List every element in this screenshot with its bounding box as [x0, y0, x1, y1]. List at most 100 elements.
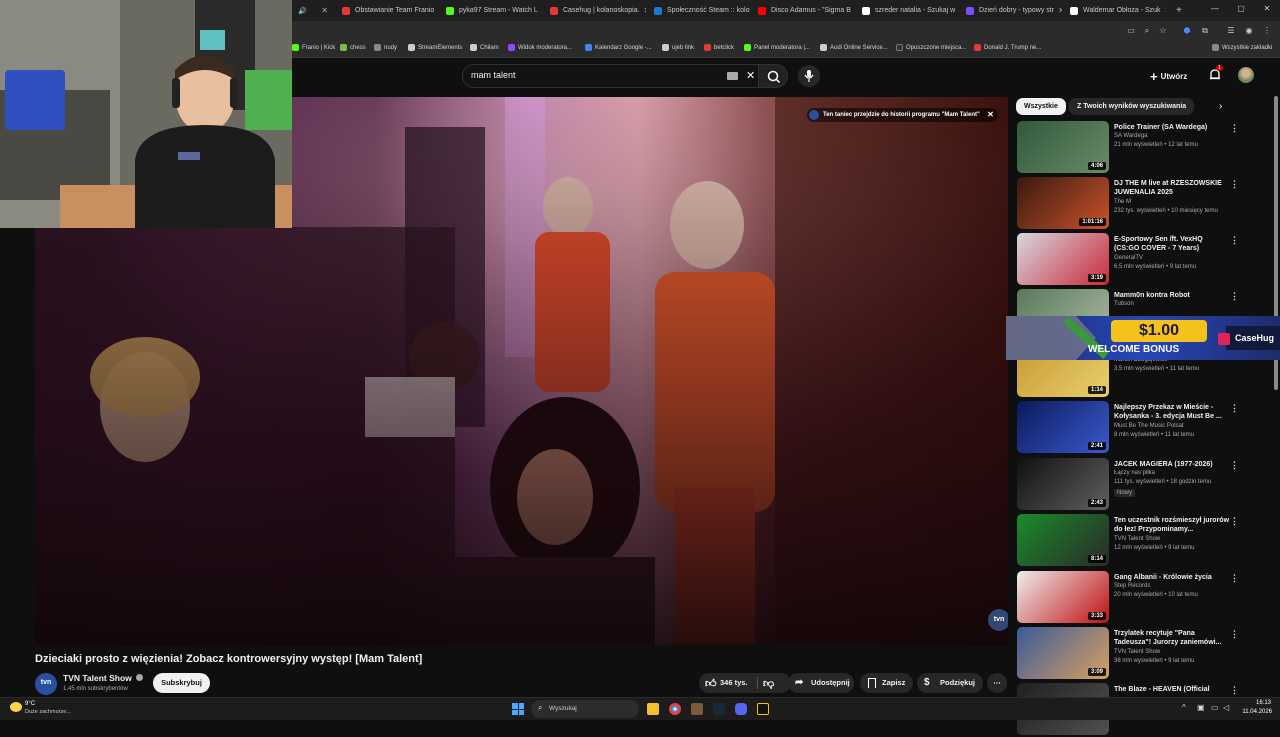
search-input[interactable]: mam talent — [471, 70, 516, 80]
close-card-icon[interactable]: ✕ — [987, 108, 994, 122]
tab-5[interactable]: szreder natalia - Szukaj w ✕ — [856, 2, 958, 19]
more-options-icon[interactable]: ⋮ — [1230, 403, 1239, 414]
volume-icon[interactable]: ◁ — [1223, 703, 1229, 712]
casehug-ad-banner[interactable]: $1.00 WELCOME BONUS CaseHug — [1006, 316, 1280, 360]
channel-name[interactable]: Łączy nas piłka — [1114, 470, 1155, 476]
sidebar-icon[interactable]: ☰ — [1226, 26, 1236, 36]
window-close-icon[interactable]: ✕ — [1262, 4, 1272, 14]
channel-name[interactable]: Must Be The Music Polsat — [1114, 423, 1184, 429]
tab-3[interactable]: Społeczność Steam :: kolo ✕ — [648, 2, 750, 19]
bookmark-4[interactable]: Chiłam — [470, 44, 499, 51]
channel-avatar[interactable]: tvn — [35, 673, 57, 695]
voice-search-button[interactable] — [798, 65, 820, 87]
video-thumbnail[interactable]: 4:06 — [1017, 121, 1109, 173]
account-avatar[interactable] — [1238, 67, 1254, 83]
close-tab-icon[interactable]: ✕ — [640, 6, 646, 15]
tray-app-icon[interactable]: ▣ — [1197, 703, 1205, 712]
close-tab-icon[interactable]: ✕ — [538, 6, 543, 15]
tab-7[interactable]: Waldemar Obłoza - Szuk ✕ — [1064, 2, 1166, 19]
video-title[interactable]: Trzylatek recytuje "Pana Tadeusza"! Juro… — [1114, 629, 1229, 647]
more-options-icon[interactable]: ⋮ — [1230, 123, 1239, 134]
video-title[interactable]: E-Sportowy Sen /ft. VexHQ (CS:GO COVER -… — [1114, 235, 1229, 253]
file-explorer-icon[interactable] — [647, 703, 659, 715]
channel-name[interactable]: The M — [1114, 199, 1131, 205]
recommendation-item[interactable]: 4:06 Police Trainer (SA Wardega) SA Wardeg… — [1017, 121, 1257, 175]
keyboard-icon[interactable] — [727, 72, 738, 80]
bookmark-10[interactable]: Audi Online Service... — [820, 44, 888, 51]
tray-chevron-icon[interactable]: ^ — [1182, 703, 1186, 712]
new-tab-button[interactable]: + — [1170, 2, 1186, 19]
share-button[interactable]: ➦ Udostępnij — [788, 673, 854, 693]
windows-start-icon[interactable] — [512, 703, 524, 715]
tab-4[interactable]: Disco Adamus - "Sigma B ✕ — [752, 2, 854, 19]
notifications-button[interactable]: 1 — [1208, 65, 1223, 82]
like-button[interactable]: 👍︎ 346 tys. — [699, 673, 757, 693]
clock-time[interactable]: 16:13 — [1241, 700, 1271, 706]
more-options-icon[interactable]: ⋮ — [1230, 179, 1239, 190]
thanks-button[interactable]: $ Podziękuj — [917, 673, 983, 693]
steam-icon[interactable] — [713, 703, 725, 715]
video-info-card[interactable]: Ten taniec przejdzie do historii program… — [807, 108, 998, 122]
discord-icon[interactable] — [735, 703, 747, 715]
channel-name[interactable]: SA Wardega — [1114, 133, 1147, 139]
video-title[interactable]: Mamm0n kontra Robot — [1114, 291, 1229, 300]
video-title[interactable]: Ten uczestnik rozśmieszył jurorów do łez… — [1114, 516, 1229, 534]
subscribe-button[interactable]: Subskrybuj — [153, 673, 210, 693]
cast-icon[interactable]: ▭ — [1126, 26, 1136, 36]
video-thumbnail[interactable]: 2:43 — [1017, 458, 1109, 510]
video-title[interactable]: The Blaze - HEAVEN (Official — [1114, 685, 1229, 694]
channel-name-row[interactable]: TVN Talent Show — [63, 673, 144, 683]
bookmark-11[interactable]: Opuszczone miejsca... — [896, 44, 966, 51]
weather-temp[interactable]: 9°C — [25, 701, 35, 707]
maximize-icon[interactable]: ▢ — [1236, 4, 1246, 14]
more-options-icon[interactable]: ⋮ — [1230, 573, 1239, 584]
recommendation-item[interactable]: 1:01:16 DJ THE M live at RZESZOWSKIE JUWE… — [1017, 177, 1257, 231]
video-title[interactable]: JACEK MAGIERA (1977-2026) — [1114, 460, 1229, 469]
bookmark-0[interactable]: Franio | Kick — [292, 44, 335, 51]
more-options-icon[interactable]: ⋮ — [1230, 235, 1239, 246]
video-title[interactable]: Gang Albanii - Królowie życia — [1114, 573, 1229, 582]
bookmark-7[interactable]: ujeb link — [662, 44, 694, 51]
more-options-icon[interactable]: ⋮ — [1230, 629, 1239, 640]
video-thumbnail[interactable]: 3:09 — [1017, 627, 1109, 679]
channel-name[interactable]: TVN Talent Show — [1114, 649, 1160, 655]
tab-0[interactable]: Obstawianie Team Franio ✕ — [336, 2, 438, 19]
search-box[interactable]: mam talent ✕ — [462, 64, 766, 88]
clock-date[interactable]: 11.04.2026 — [1232, 709, 1272, 715]
video-thumbnail[interactable]: 3:19 — [1017, 233, 1109, 285]
close-tab-icon[interactable]: ✕ — [750, 6, 751, 15]
search-button[interactable] — [758, 64, 788, 88]
extensions-puzzle-icon[interactable]: ⧉ — [1200, 26, 1210, 36]
video-title[interactable]: Najlepszy Przekaz w Mieście - Kołysanka … — [1114, 403, 1229, 421]
channel-name[interactable]: TVN Talent Show — [1114, 536, 1160, 542]
weather-desc[interactable]: Duże zachmurze... — [25, 709, 71, 715]
minimize-icon[interactable]: — — [1210, 4, 1220, 14]
close-tab-icon[interactable]: ✕ — [1161, 6, 1166, 15]
chevron-right-icon[interactable]: › — [1219, 101, 1222, 112]
recommendation-item[interactable]: 2:41 Najlepszy Przekaz w Mieście - Kołysa… — [1017, 401, 1257, 455]
bookmark-5[interactable]: Widok moderatora... — [508, 44, 572, 51]
video-thumbnail[interactable]: 2:41 — [1017, 401, 1109, 453]
recommendation-item[interactable]: 8:14 Ten uczestnik rozśmieszył jurorów do… — [1017, 514, 1257, 568]
weather-icon[interactable] — [10, 702, 22, 712]
all-bookmarks[interactable]: Wszystkie zakładki — [1212, 44, 1272, 51]
bookmark-9[interactable]: Panel moderatora |... — [744, 44, 810, 51]
channel-name[interactable]: Tubson — [1114, 301, 1134, 307]
network-icon[interactable]: ▭ — [1211, 703, 1219, 712]
chip-all[interactable]: Wszystkie — [1016, 98, 1066, 115]
tab-2[interactable]: Casehug | kolanoskopia. ✕ — [544, 2, 646, 19]
extension-icon[interactable]: ⬢ — [1182, 26, 1192, 36]
recommendation-item[interactable]: 3:33 Gang Albanii - Królowie życia Step Re… — [1017, 571, 1257, 625]
more-options-icon[interactable]: ⋮ — [1230, 460, 1239, 471]
more-options-icon[interactable]: ⋮ — [1230, 516, 1239, 527]
star-icon[interactable]: ☆ — [1158, 26, 1168, 36]
close-tab-icon[interactable]: ✕ — [317, 6, 328, 15]
clear-search-icon[interactable]: ✕ — [746, 69, 755, 82]
video-title[interactable]: DJ THE M live at RZESZOWSKIE JUWENALIA 2… — [1114, 179, 1229, 197]
tab-current[interactable]: 🔊 ✕ — [292, 2, 334, 19]
video-thumbnail[interactable]: 1:01:16 — [1017, 177, 1109, 229]
channel-name[interactable]: Step Records — [1114, 583, 1150, 589]
dislike-button[interactable]: 👎︎ — [763, 674, 774, 694]
recommendation-item[interactable]: 3:19 E-Sportowy Sen /ft. VexHQ (CS:GO COV… — [1017, 233, 1257, 287]
chip-from-search[interactable]: Z Twoich wyników wyszukiwania — [1069, 98, 1195, 115]
